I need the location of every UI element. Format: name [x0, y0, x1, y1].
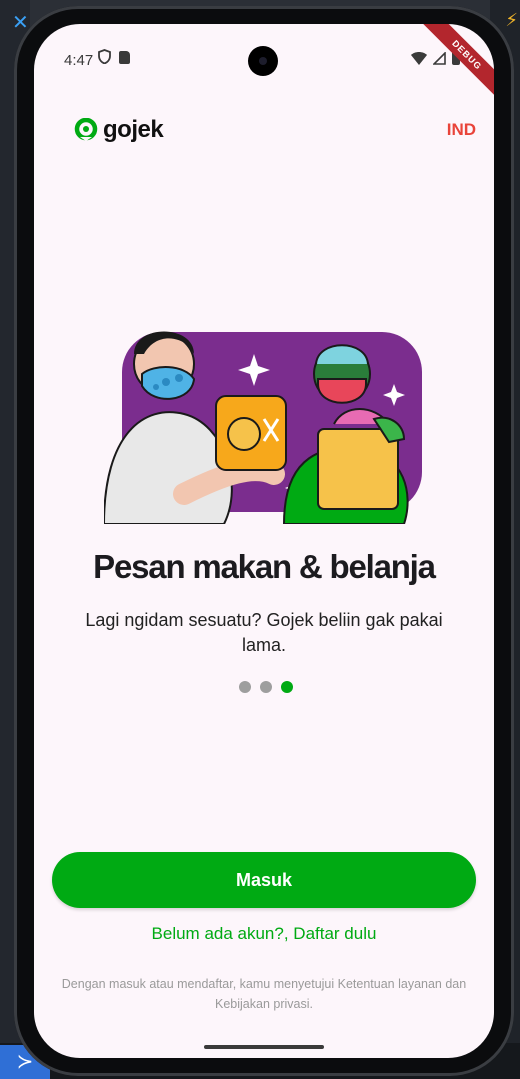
onboarding-description: Lagi ngidam sesuatu? Gojek beliin gak pa…	[85, 610, 443, 655]
shield-icon	[98, 49, 111, 64]
status-bar: 4:47 DEBUG	[34, 24, 494, 108]
page-indicator	[239, 681, 293, 693]
signal-icon	[433, 51, 446, 65]
status-time: 4:47	[64, 52, 94, 69]
logo-text: gojek	[103, 116, 164, 143]
gojek-logo-icon	[74, 118, 98, 141]
home-indicator[interactable]	[204, 1045, 324, 1049]
page-dot-2[interactable]	[260, 681, 272, 693]
sd-card-icon	[119, 51, 130, 64]
terms-notice: Dengan masuk atau mendaftar, kamu menyet…	[61, 977, 467, 1011]
onboarding-title: Pesan makan & belanja	[93, 548, 436, 585]
page-dot-1[interactable]	[239, 681, 251, 693]
bolt-icon: ⚡	[505, 10, 518, 30]
onboarding-illustration	[104, 331, 422, 524]
app-screen: 4:47 DEBUG gojek IND Pesan makan & belan…	[34, 24, 494, 1058]
language-button[interactable]: IND	[447, 120, 476, 140]
phone-frame: 4:47 DEBUG gojek IND Pesan makan & belan…	[14, 6, 514, 1076]
front-camera	[248, 46, 278, 76]
login-button[interactable]: Masuk	[52, 852, 476, 908]
gojek-logo: gojek	[74, 116, 164, 144]
register-link[interactable]: Belum ada akun?, Daftar dulu	[34, 924, 494, 944]
page-dot-3-active[interactable]	[281, 681, 293, 693]
status-icons-left	[98, 49, 130, 64]
wifi-icon	[411, 51, 427, 65]
debug-banner: DEBUG	[414, 24, 494, 108]
